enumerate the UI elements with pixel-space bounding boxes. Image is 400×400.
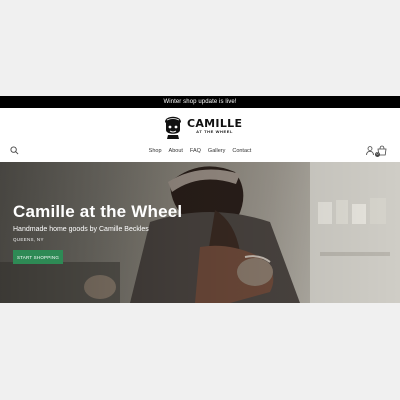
outer-background-top (0, 0, 400, 96)
logo-portrait-icon (165, 116, 181, 139)
announcement-text: Winter shop update is live! (163, 99, 237, 105)
nav-item-gallery[interactable]: Gallery (208, 148, 225, 154)
nav-item-about[interactable]: About (169, 148, 183, 154)
nav-item-contact[interactable]: Contact (232, 148, 251, 154)
hero-title: Camille at the Wheel (13, 202, 183, 221)
announcement-bar: Winter shop update is live! (0, 96, 400, 108)
nav-item-shop[interactable]: Shop (149, 148, 162, 154)
site-logo[interactable]: CAMILLE AT THE WHEEL (162, 111, 242, 141)
main-navigation: Shop About FAQ Gallery Contact (0, 148, 400, 154)
cart-count-badge: 0 (375, 152, 380, 157)
start-shopping-button[interactable]: START SHOPPING (13, 250, 63, 264)
logo-name: CAMILLE (187, 117, 243, 130)
nav-item-faq[interactable]: FAQ (190, 148, 201, 154)
hero-banner: Camille at the Wheel Handmade home goods… (0, 162, 400, 303)
outer-background-bottom (0, 303, 400, 400)
storefront-page: Winter shop update is live! CAMILLE AT T… (0, 96, 400, 303)
site-header: CAMILLE AT THE WHEEL Shop About FAQ Gall… (0, 108, 400, 162)
hero-location: QUEENS, NY (13, 237, 44, 242)
account-icon[interactable] (366, 146, 374, 155)
hero-subtitle: Handmade home goods by Camille Beckles (13, 226, 149, 233)
logo-tagline: AT THE WHEEL (196, 129, 234, 134)
